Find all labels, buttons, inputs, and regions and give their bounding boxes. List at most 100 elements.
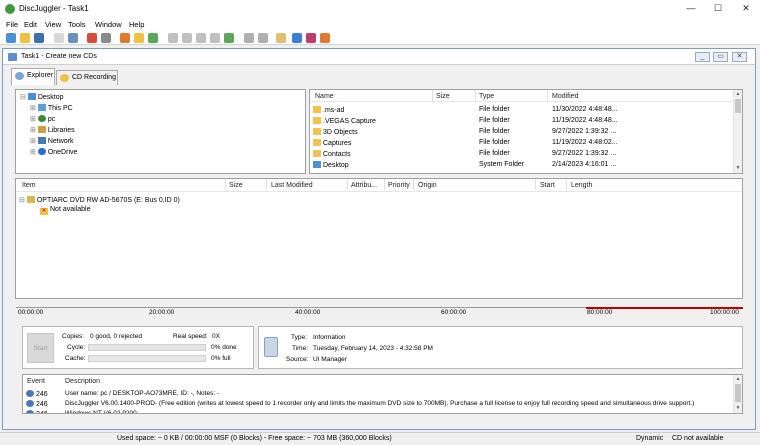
back-icon[interactable] — [168, 33, 178, 43]
folder-icon — [313, 117, 321, 124]
eject-icon[interactable] — [244, 33, 254, 43]
col-name[interactable]: Name — [315, 93, 334, 100]
folder-tree: ⊟ Desktop ⊞ This PC ⊞ pc ⊞ Libraries ⊞ N… — [15, 89, 306, 174]
log-event-id: 246 — [36, 391, 48, 398]
task-window-title: Task1 - Create new CDs — [21, 53, 97, 60]
title-bar: DiscJuggler - Task1 — ☐ ✕ — [0, 0, 760, 18]
log-row[interactable]: 246 Windows NT V6.02.9200 — [23, 409, 733, 414]
menu-file[interactable]: File — [6, 20, 18, 29]
file-row[interactable]: Desktop System Folder 2/14/2023 4:16:01 ..… — [310, 160, 734, 171]
col-priority[interactable]: Priority — [388, 182, 410, 189]
file-row[interactable]: 3D Objects File folder 9/27/2022 1:39:32 .… — [310, 127, 734, 138]
col-last-modified[interactable]: Last Modified — [271, 182, 313, 189]
col-start[interactable]: Start — [540, 182, 555, 189]
real-speed-label: Real speed: — [173, 333, 208, 340]
help-icon[interactable] — [292, 33, 302, 43]
log-description: User name: pc / DESKTOP-AO73MRE, ID: -, … — [65, 390, 220, 397]
drive-item[interactable]: ⊟ OPTIARC DVD RW AD-5670S (E: Bus 0,ID 0… — [19, 196, 180, 204]
minimize-button[interactable]: — — [677, 0, 705, 18]
col-size[interactable]: Size — [436, 93, 450, 100]
stop-icon[interactable] — [87, 33, 97, 43]
explorer-icon — [15, 72, 24, 80]
tree-item-onedrive[interactable]: ⊞ OneDrive — [30, 148, 77, 156]
rewind-icon[interactable] — [182, 33, 192, 43]
file-list-scrollbar[interactable]: ▲ ▼ — [733, 90, 742, 173]
timeline-mark: 20:00:00 — [149, 309, 175, 316]
log-description: DiscJuggler V6.00.1400-PROD- (Free editi… — [65, 400, 695, 407]
settings-icon[interactable] — [101, 33, 111, 43]
col-modified[interactable]: Modified — [552, 93, 578, 100]
folder-icon — [313, 161, 321, 168]
info-time-value: Tuesday, February 14, 2023 - 4:32:58 PM — [313, 345, 433, 352]
home-icon[interactable] — [306, 33, 316, 43]
drive-icon — [26, 196, 35, 203]
info-icon[interactable] — [276, 33, 286, 43]
log-row[interactable]: 246 User name: pc / DESKTOP-AO73MRE, ID: … — [23, 389, 733, 399]
save-icon[interactable] — [34, 33, 44, 43]
record-icon[interactable] — [224, 33, 234, 43]
col-length[interactable]: Length — [571, 182, 592, 189]
tree-item-this-pc[interactable]: ⊞ This PC — [30, 104, 73, 112]
cloud-icon — [37, 148, 46, 155]
new-icon[interactable] — [6, 33, 16, 43]
file-name: .ms-ad — [323, 107, 345, 114]
log-row[interactable]: 246 DiscJuggler V6.00.1400-PROD- (Free ed… — [23, 399, 733, 409]
file-row[interactable]: .ms-ad File folder 11/30/2022 4:48:48... — [310, 105, 734, 116]
file-name: Contacts — [323, 151, 351, 158]
menu-tools[interactable]: Tools — [68, 20, 86, 29]
disc-icon[interactable] — [134, 33, 144, 43]
log-scrollbar[interactable]: ▲ ▼ — [733, 375, 742, 413]
tab-cd-recording[interactable]: CD Recording — [56, 70, 118, 85]
maximize-button[interactable]: ☐ — [704, 0, 732, 18]
info-panel: Type: Information Time: Tuesday, Februar… — [258, 326, 743, 369]
wizard-icon[interactable] — [120, 33, 130, 43]
copy-icon[interactable] — [54, 33, 64, 43]
tab-explorer[interactable]: Explorer — [11, 68, 55, 85]
menu-bar: File Edit View Tools Window Help — [0, 18, 760, 31]
file-name: .VEGAS Capture — [323, 118, 376, 125]
log-description: Windows NT V6.02.9200 — [65, 410, 137, 414]
print-icon[interactable] — [68, 33, 78, 43]
refresh-icon[interactable] — [148, 33, 158, 43]
cache-value: 0% full — [211, 355, 231, 362]
tree-item-desktop[interactable]: ⊟ Desktop — [20, 93, 64, 101]
col-origin[interactable]: Origin — [418, 182, 437, 189]
warning-icon: ✕ — [40, 208, 48, 215]
open-icon[interactable] — [20, 33, 30, 43]
col-item[interactable]: Item — [22, 182, 36, 189]
file-name: Desktop — [323, 162, 349, 169]
file-type: File folder — [479, 106, 510, 113]
items-header: Item Size Last Modified Attribu... Prior… — [16, 179, 742, 192]
col-description[interactable]: Description — [65, 378, 100, 385]
tree-item-network[interactable]: ⊞ Network — [30, 137, 74, 145]
file-row[interactable]: Captures File folder 11/19/2022 4:48:02... — [310, 138, 734, 149]
menu-help[interactable]: Help — [129, 20, 144, 29]
start-button[interactable]: Start — [27, 333, 54, 363]
tree-item-libraries[interactable]: ⊞ Libraries — [30, 126, 75, 134]
menu-view[interactable]: View — [45, 20, 61, 29]
timeline-mark: 80:00:00 — [587, 309, 613, 316]
close-button[interactable]: ✕ — [732, 0, 760, 18]
pause-icon[interactable] — [196, 33, 206, 43]
file-row[interactable]: Contacts File folder 9/27/2022 1:39:32 ... — [310, 149, 734, 160]
task-restore-button[interactable]: ▭ — [713, 52, 728, 62]
task-minimize-button[interactable]: _ — [695, 52, 710, 62]
tab-explorer-label: Explorer — [27, 72, 54, 79]
col-attributes[interactable]: Attribu... — [351, 182, 377, 189]
extra-icon[interactable] — [320, 33, 330, 43]
fastforward-icon[interactable] — [258, 33, 268, 43]
menu-window[interactable]: Window — [95, 20, 122, 29]
file-list-header: Name Size Type Modified — [310, 90, 735, 102]
log-event-id: 246 — [36, 411, 48, 413]
file-name: 3D Objects — [323, 129, 358, 136]
col-type[interactable]: Type — [479, 93, 494, 100]
col-event[interactable]: Event — [27, 378, 45, 385]
play-icon[interactable] — [210, 33, 220, 43]
tree-item-pc[interactable]: ⊞ pc — [30, 115, 55, 123]
menu-edit[interactable]: Edit — [24, 20, 37, 29]
file-row[interactable]: .VEGAS Capture File folder 11/19/2022 4:48… — [310, 116, 734, 127]
copies-label: Copies: — [62, 333, 85, 340]
app-icon — [5, 4, 15, 14]
task-close-button[interactable]: ✕ — [732, 52, 747, 62]
col-item-size[interactable]: Size — [229, 182, 243, 189]
